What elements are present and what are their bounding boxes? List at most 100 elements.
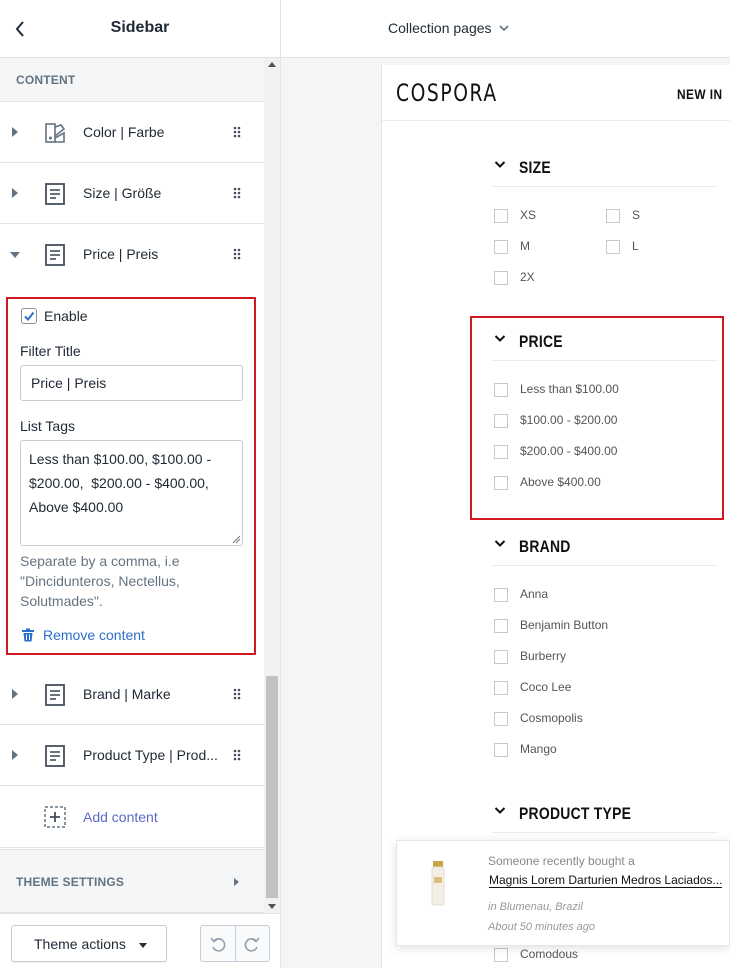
text-block-icon (45, 183, 65, 205)
option-label: XS (520, 208, 537, 222)
filter-group-product-type: PRODUCT TYPE Comodous (492, 793, 718, 962)
page-type-selector[interactable]: Collection pages (388, 20, 509, 38)
drag-handle-icon[interactable] (233, 187, 241, 199)
expand-caret-icon[interactable] (12, 127, 18, 137)
filter-title: SIZE (519, 158, 551, 177)
sidebar-scroll-area: CONTENT Color | Farbe Size | Größe Price… (0, 58, 264, 913)
block-row-size[interactable]: Size | Größe (0, 163, 264, 224)
chevron-down-icon (494, 540, 506, 547)
enable-checkbox[interactable] (21, 308, 37, 324)
page-type-label: Collection pages (388, 20, 492, 36)
checkbox[interactable] (494, 271, 508, 285)
trash-icon (22, 628, 34, 642)
expand-caret-icon[interactable] (12, 750, 18, 760)
chevron-down-icon (499, 25, 509, 32)
sidebar-footer: Theme actions (0, 913, 280, 968)
text-block-icon (45, 244, 65, 266)
store-logo[interactable]: COSPORA (396, 79, 498, 107)
drag-handle-icon[interactable] (233, 688, 241, 700)
checkbox[interactable] (494, 209, 508, 223)
undo-redo-group (200, 925, 270, 962)
block-row-product-type[interactable]: Product Type | Prod... (0, 725, 264, 786)
list-tags-label: List Tags (20, 418, 75, 434)
popup-time: About 50 minutes ago (488, 921, 596, 933)
recent-purchase-popup[interactable]: Someone recently bought a Magnis Lorem D… (396, 840, 730, 946)
store-header: COSPORA NEW IN (382, 65, 730, 121)
content-section-header: CONTENT (0, 58, 264, 102)
text-block-icon (45, 684, 65, 706)
expand-caret-icon[interactable] (12, 188, 18, 198)
list-tags-textarea[interactable]: Less than $100.00, $100.00 - $200.00, $2… (20, 440, 243, 546)
option-label: 2X (520, 270, 535, 284)
enable-label: Enable (44, 308, 88, 324)
chevron-down-icon (494, 161, 506, 168)
nav-item-new-in[interactable]: NEW IN (677, 86, 723, 102)
option-label: Cosmopolis (520, 711, 583, 725)
checkbox[interactable] (606, 240, 620, 254)
filter-header[interactable]: BRAND (492, 526, 718, 566)
checkbox[interactable] (494, 743, 508, 757)
option-label: Benjamin Button (520, 618, 609, 632)
add-block-icon (44, 806, 66, 828)
filter-group-size: SIZE XS S M L 2X (492, 147, 718, 285)
checkbox[interactable] (494, 588, 508, 602)
theme-settings-label: THEME SETTINGS (16, 875, 125, 889)
checkbox[interactable] (494, 650, 508, 664)
redo-icon[interactable] (243, 935, 261, 953)
block-row-price[interactable]: Price | Preis (0, 224, 264, 285)
remove-content-label: Remove content (43, 627, 145, 643)
editor-sidebar: Sidebar CONTENT Color | Farbe Size | Grö… (0, 0, 281, 968)
popup-location: in Blumenau, Brazil (488, 901, 583, 913)
add-content-label: Add content (83, 809, 158, 825)
option-label: M (520, 239, 530, 253)
caret-down-icon (139, 943, 147, 948)
chevron-down-icon (494, 807, 506, 814)
option-label: Mango (520, 742, 557, 756)
option-label: L (632, 239, 639, 253)
add-content-row[interactable]: Add content (0, 786, 264, 848)
checkbox[interactable] (494, 948, 508, 962)
expand-caret-icon[interactable] (12, 689, 18, 699)
product-thumbnail (431, 861, 445, 906)
sidebar-title: Sidebar (110, 19, 170, 36)
filter-header[interactable]: PRODUCT TYPE (492, 793, 718, 833)
resize-grip-icon[interactable] (232, 535, 241, 544)
popup-product-link[interactable]: Magnis Lorem Darturien Medros Laciados..… (489, 873, 723, 888)
checkbox[interactable] (606, 209, 620, 223)
checkbox[interactable] (494, 619, 508, 633)
filter-group-brand: BRAND Anna Benjamin Button Burberry Coco… (492, 526, 718, 757)
block-row-color[interactable]: Color | Farbe (0, 102, 264, 163)
checkmark-icon (24, 311, 35, 322)
filter-title-input[interactable] (20, 365, 243, 401)
collapse-caret-icon[interactable] (10, 252, 20, 258)
theme-settings-header[interactable]: THEME SETTINGS (0, 849, 264, 913)
block-row-brand[interactable]: Brand | Marke (0, 664, 264, 725)
preview-topbar: Collection pages (281, 0, 730, 58)
button-divider (235, 926, 236, 961)
checkbox[interactable] (494, 240, 508, 254)
block-label: Price | Preis (83, 246, 159, 262)
filter-title: BRAND (519, 537, 571, 556)
theme-actions-label: Theme actions (34, 936, 126, 952)
block-label: Color | Farbe (83, 124, 165, 140)
drag-handle-icon[interactable] (233, 749, 241, 761)
checkbox[interactable] (494, 681, 508, 695)
scroll-up-arrow-icon[interactable] (268, 62, 276, 67)
scrollbar-thumb[interactable] (266, 676, 278, 898)
option-label: Anna (520, 587, 549, 601)
sidebar-scrollbar[interactable] (264, 58, 280, 913)
option-label: Burberry (520, 649, 567, 663)
undo-icon[interactable] (209, 935, 227, 953)
sidebar-header: Sidebar (0, 0, 280, 58)
list-tags-help-text: Separate by a comma, i.e "Dincidunteros,… (20, 553, 180, 609)
checkbox[interactable] (494, 712, 508, 726)
highlight-box (470, 316, 724, 520)
drag-handle-icon[interactable] (233, 248, 241, 260)
scroll-down-arrow-icon[interactable] (268, 904, 276, 909)
text-block-icon (45, 745, 65, 767)
drag-handle-icon[interactable] (233, 126, 241, 138)
filter-header[interactable]: SIZE (492, 147, 718, 187)
option-label: Coco Lee (520, 680, 572, 694)
theme-actions-button[interactable]: Theme actions (11, 925, 167, 962)
price-block-editor: Enable Filter Title List Tags Less than … (0, 285, 264, 667)
